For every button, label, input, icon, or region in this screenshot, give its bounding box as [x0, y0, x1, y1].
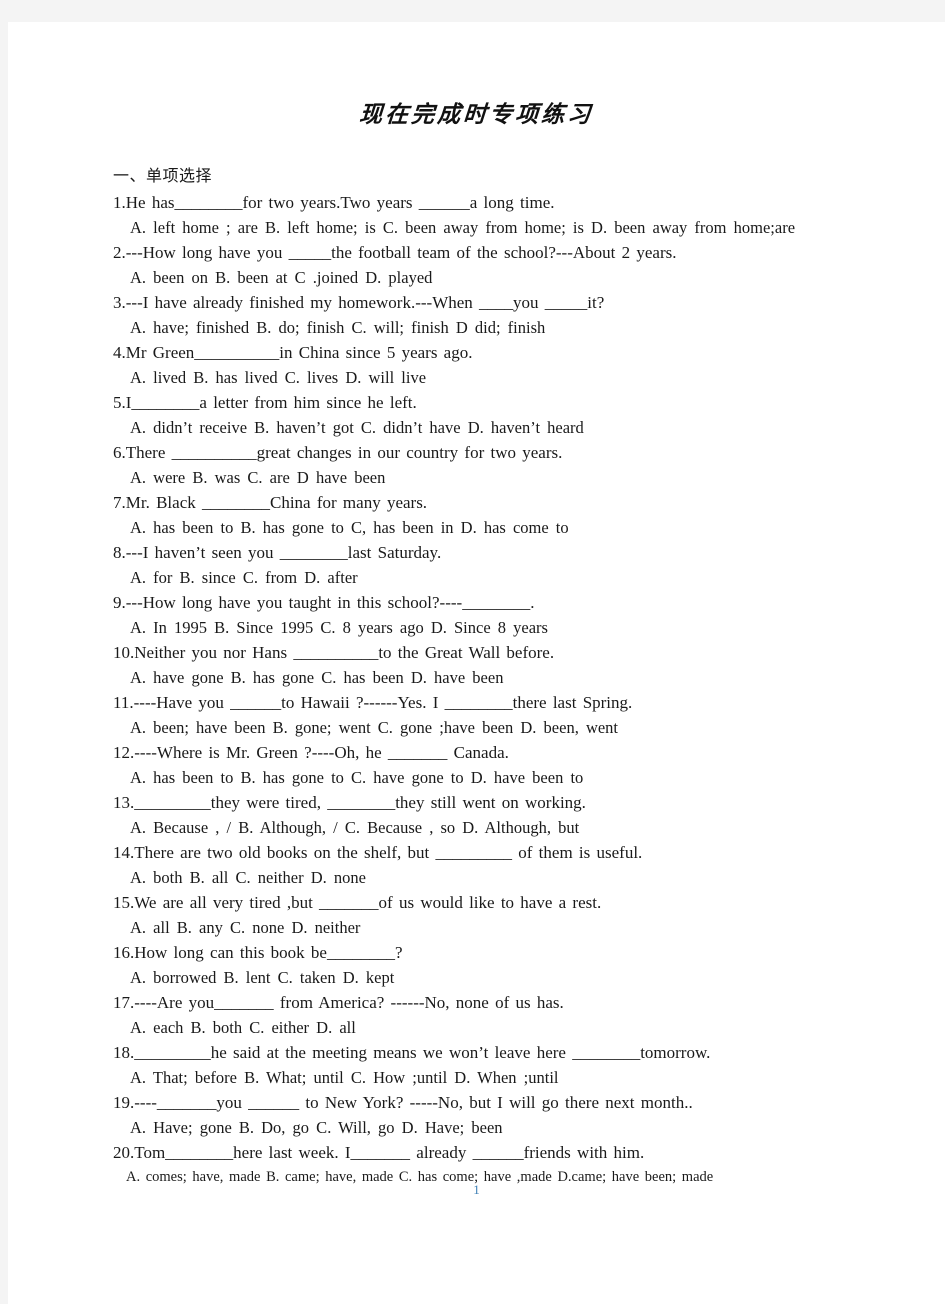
question-item: 14.There are two old books on the shelf,… [8, 840, 945, 890]
question-stem: 17.----Are you_______ from America? ----… [113, 993, 564, 1012]
question-options: A. borrowed B. lent C. taken D. kept [130, 968, 395, 987]
question-item: 1.He has________for two years.Two years … [8, 190, 945, 240]
question-stem: 16.How long can this book be________? [113, 943, 403, 962]
question-options: A. have gone B. has gone C. has been D. … [130, 668, 504, 687]
question-options: A. been; have been B. gone; went C. gone… [130, 718, 619, 737]
question-stem: 5.I________a letter from him since he le… [113, 393, 417, 412]
question-item: 10.Neither you nor Hans __________to the… [8, 640, 945, 690]
question-options: A. for B. since C. from D. after [130, 568, 358, 587]
question-stem: 3.---I have already finished my homework… [113, 293, 605, 312]
question-stem: 1.He has________for two years.Two years … [113, 193, 555, 212]
question-options: A. all B. any C. none D. neither [130, 918, 361, 937]
question-item: 12.----Where is Mr. Green ?----Oh, he __… [8, 740, 945, 790]
question-options: A. That; before B. What; until C. How ;u… [130, 1068, 559, 1087]
question-item: 4.Mr Green__________in China since 5 yea… [8, 340, 945, 390]
question-options: A. has been to B. has gone to C, has bee… [130, 518, 569, 537]
question-stem: 4.Mr Green__________in China since 5 yea… [113, 343, 473, 362]
question-item: 2.---How long have you _____the football… [8, 240, 945, 290]
question-item: 6.There __________great changes in our c… [8, 440, 945, 490]
question-stem: 20.Tom________here last week. I_______ a… [113, 1143, 645, 1162]
question-item: 19.----_______you ______ to New York? --… [8, 1090, 945, 1140]
page-title: 现在完成时专项练习 [358, 101, 595, 128]
question-options: A. In 1995 B. Since 1995 C. 8 years ago … [130, 618, 548, 637]
question-stem: 7.Mr. Black ________China for many years… [113, 493, 428, 512]
question-stem: 15.We are all very tired ,but _______of … [113, 893, 602, 912]
question-item: 15.We are all very tired ,but _______of … [8, 890, 945, 940]
document-page: 现在完成时专项练习 一、单项选择 1.He has________for two… [8, 22, 945, 1304]
question-item: 13._________they were tired, ________the… [8, 790, 945, 840]
question-options: A. both B. all C. neither D. none [130, 868, 366, 887]
question-options: A. has been to B. has gone to C. have go… [130, 768, 584, 787]
question-options: A. Because , / B. Although, / C. Because… [130, 818, 580, 837]
question-item: 16.How long can this book be________? A. … [8, 940, 945, 990]
page-number: 1 [473, 1182, 480, 1197]
question-stem: 11.----Have you ______to Hawaii ?------Y… [113, 693, 633, 712]
question-stem: 2.---How long have you _____the football… [113, 243, 677, 262]
page-content: 现在完成时专项练习 一、单项选择 1.He has________for two… [8, 22, 945, 1304]
section-heading: 一、单项选择 [113, 166, 213, 185]
question-options: A. left home ; are B. left home; is C. b… [130, 218, 796, 237]
question-options: A. were B. was C. are D have been [130, 468, 386, 487]
question-options: A. lived B. has lived C. lives D. will l… [130, 368, 427, 387]
question-options: A. been on B. been at C .joined D. playe… [130, 268, 433, 287]
question-stem: 9.---How long have you taught in this sc… [113, 593, 535, 612]
question-list: 1.He has________for two years.Two years … [8, 190, 945, 1190]
question-item: 9.---How long have you taught in this sc… [8, 590, 945, 640]
question-stem: 8.---I haven’t seen you ________last Sat… [113, 543, 442, 562]
question-stem: 10.Neither you nor Hans __________to the… [113, 643, 555, 662]
question-item: 11.----Have you ______to Hawaii ?------Y… [8, 690, 945, 740]
question-item: 5.I________a letter from him since he le… [8, 390, 945, 440]
question-options: A. didn’t receive B. haven’t got C. didn… [130, 418, 584, 437]
question-options: A. Have; gone B. Do, go C. Will, go D. H… [130, 1118, 503, 1137]
question-stem: 14.There are two old books on the shelf,… [113, 843, 643, 862]
question-options: A. each B. both C. either D. all [130, 1018, 356, 1037]
question-item: 17.----Are you_______ from America? ----… [8, 990, 945, 1040]
question-stem: 6.There __________great changes in our c… [113, 443, 563, 462]
question-item: 7.Mr. Black ________China for many years… [8, 490, 945, 540]
question-stem: 18._________he said at the meeting means… [113, 1043, 711, 1062]
question-stem: 12.----Where is Mr. Green ?----Oh, he __… [113, 743, 509, 762]
question-item: 3.---I have already finished my homework… [8, 290, 945, 340]
question-item: 18._________he said at the meeting means… [8, 1040, 945, 1090]
question-stem: 19.----_______you ______ to New York? --… [113, 1093, 693, 1112]
question-item: 8.---I haven’t seen you ________last Sat… [8, 540, 945, 590]
question-stem: 13._________they were tired, ________the… [113, 793, 586, 812]
question-options: A. have; finished B. do; finish C. will;… [130, 318, 546, 337]
